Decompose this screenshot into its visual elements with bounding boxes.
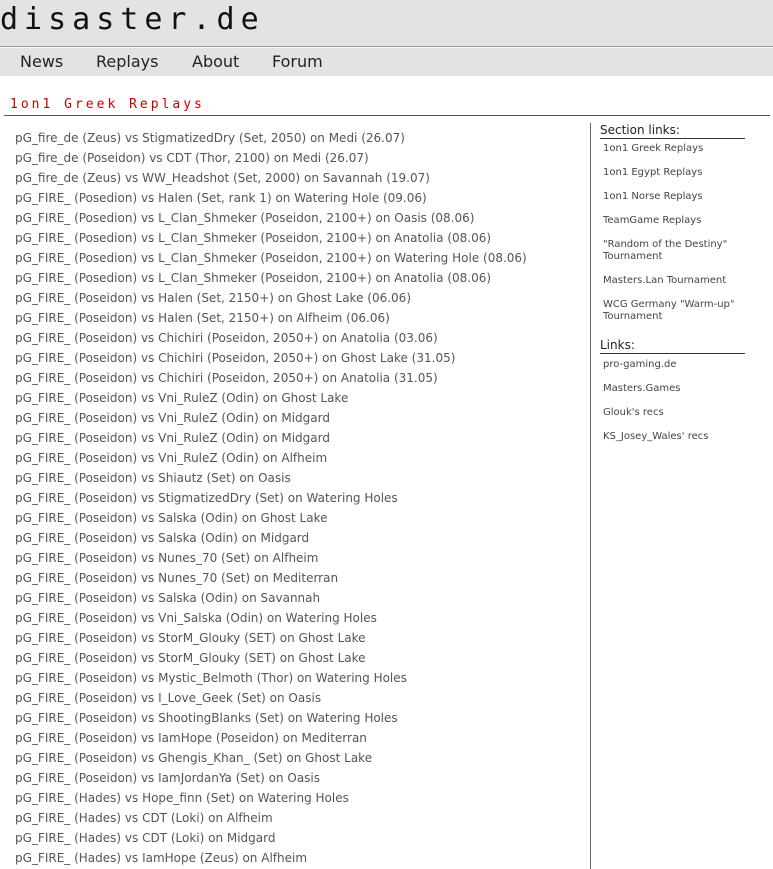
replay-link[interactable]: pG_FIRE_ (Hades) vs Hope_finn (Set) on W… (15, 788, 527, 808)
nav-about[interactable]: About (192, 52, 239, 72)
replay-link[interactable]: pG_FIRE_ (Posedion) vs L_Clan_Shmeker (P… (15, 268, 527, 288)
replay-link[interactable]: pG_FIRE_ (Hades) vs CDT (Loki) on Alfhei… (15, 808, 527, 828)
replay-link[interactable]: pG_FIRE_ (Poseidon) vs Vni_RuleZ (Odin) … (15, 388, 527, 408)
replay-link[interactable]: pG_FIRE_ (Poseidon) vs Shiautz (Set) on … (15, 468, 527, 488)
replay-link[interactable]: pG_FIRE_ (Poseidon) vs StigmatizedDry (S… (15, 488, 527, 508)
section-link[interactable]: TeamGame Replays (603, 215, 753, 227)
title-divider (4, 115, 770, 116)
external-link[interactable]: KS_Josey_Wales' recs (603, 431, 753, 443)
section-link[interactable]: 1on1 Norse Replays (603, 191, 753, 203)
column-divider (590, 123, 591, 869)
replay-link[interactable]: pG_FIRE_ (Poseidon) vs Nunes_70 (Set) on… (15, 548, 527, 568)
replay-link[interactable]: pG_FIRE_ (Posedion) vs Halen (Set, rank … (15, 188, 527, 208)
replay-link[interactable]: pG_FIRE_ (Posedion) vs L_Clan_Shmeker (P… (15, 248, 527, 268)
section-links-heading: Section links: (600, 123, 745, 139)
external-link[interactable]: pro-gaming.de (603, 359, 753, 371)
replay-link[interactable]: pG_FIRE_ (Poseidon) vs Ghengis_Khan_ (Se… (15, 748, 527, 768)
page-title: 1on1 Greek Replays (10, 97, 205, 112)
replay-link[interactable]: pG_FIRE_ (Poseidon) vs Chichiri (Poseido… (15, 328, 527, 348)
nav-replays[interactable]: Replays (96, 52, 158, 72)
replay-link[interactable]: pG_FIRE_ (Poseidon) vs Vni_Salska (Odin)… (15, 608, 527, 628)
header-bar: disaster.de (0, 0, 773, 47)
replay-link[interactable]: pG_fire_de (Poseidon) vs CDT (Thor, 2100… (15, 148, 527, 168)
replay-link[interactable]: pG_FIRE_ (Poseidon) vs ShootingBlanks (S… (15, 708, 527, 728)
section-link[interactable]: "Random of the Destiny" Tournament (603, 239, 753, 263)
nav-news[interactable]: News (20, 52, 63, 72)
replay-link[interactable]: pG_FIRE_ (Posedion) vs L_Clan_Shmeker (P… (15, 208, 527, 228)
replay-link[interactable]: pG_FIRE_ (Poseidon) vs Salska (Odin) on … (15, 528, 527, 548)
replay-link[interactable]: pG_FIRE_ (Poseidon) vs Chichiri (Poseido… (15, 348, 527, 368)
external-link[interactable]: Glouk's recs (603, 407, 753, 419)
replay-link[interactable]: pG_FIRE_ (Poseidon) vs StorM_Glouky (SET… (15, 648, 527, 668)
replay-link[interactable]: pG_FIRE_ (Poseidon) vs Halen (Set, 2150+… (15, 288, 527, 308)
replay-link[interactable]: pG_FIRE_ (Poseidon) vs Halen (Set, 2150+… (15, 308, 527, 328)
nav-forum[interactable]: Forum (272, 52, 323, 72)
replay-link[interactable]: pG_FIRE_ (Poseidon) vs Salska (Odin) on … (15, 588, 527, 608)
replay-link[interactable]: pG_fire_de (Zeus) vs WW_Headshot (Set, 2… (15, 168, 527, 188)
replay-link[interactable]: pG_FIRE_ (Poseidon) vs Vni_RuleZ (Odin) … (15, 448, 527, 468)
replay-link[interactable]: pG_fire_de (Zeus) vs StigmatizedDry (Set… (15, 128, 527, 148)
replay-link[interactable]: pG_FIRE_ (Poseidon) vs I_Love_Geek (Set)… (15, 688, 527, 708)
site-logo[interactable]: disaster.de (0, 3, 265, 37)
replay-link[interactable]: pG_FIRE_ (Posedion) vs L_Clan_Shmeker (P… (15, 228, 527, 248)
replay-list: pG_fire_de (Zeus) vs StigmatizedDry (Set… (15, 128, 527, 868)
replay-link[interactable]: pG_FIRE_ (Poseidon) vs StorM_Glouky (SET… (15, 628, 527, 648)
section-link[interactable]: Masters.Lan Tournament (603, 275, 753, 287)
replay-link[interactable]: pG_FIRE_ (Poseidon) vs Mystic_Belmoth (T… (15, 668, 527, 688)
replay-link[interactable]: pG_FIRE_ (Poseidon) vs IamHope (Poseidon… (15, 728, 527, 748)
replay-link[interactable]: pG_FIRE_ (Poseidon) vs Nunes_70 (Set) on… (15, 568, 527, 588)
section-link[interactable]: WCG Germany "Warm-up" Tournament (603, 299, 753, 323)
replay-link[interactable]: pG_FIRE_ (Hades) vs CDT (Loki) on Midgar… (15, 828, 527, 848)
replay-link[interactable]: pG_FIRE_ (Poseidon) vs Salska (Odin) on … (15, 508, 527, 528)
links-heading: Links: (600, 338, 745, 354)
replay-link[interactable]: pG_FIRE_ (Poseidon) vs Vni_RuleZ (Odin) … (15, 428, 527, 448)
main-nav: News Replays About Forum (0, 48, 773, 76)
section-link[interactable]: 1on1 Egypt Replays (603, 167, 753, 179)
replay-link[interactable]: pG_FIRE_ (Poseidon) vs Vni_RuleZ (Odin) … (15, 408, 527, 428)
external-link[interactable]: Masters.Games (603, 383, 753, 395)
replay-link[interactable]: pG_FIRE_ (Hades) vs IamHope (Zeus) on Al… (15, 848, 527, 868)
replay-link[interactable]: pG_FIRE_ (Poseidon) vs Chichiri (Poseido… (15, 368, 527, 388)
section-link[interactable]: 1on1 Greek Replays (603, 143, 753, 155)
replay-link[interactable]: pG_FIRE_ (Poseidon) vs IamJordanYa (Set)… (15, 768, 527, 788)
